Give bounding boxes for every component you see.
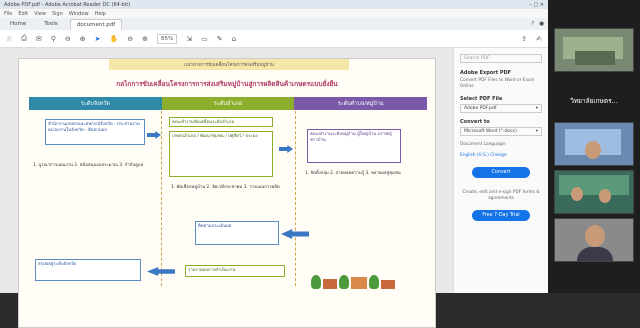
format-select[interactable]: Microsoft Word (*.docx) ▾ — [460, 126, 542, 136]
district-title-box: คณะทำงานขับเคลื่อนระดับอำเภอ — [169, 117, 273, 127]
menu-view[interactable]: View — [34, 11, 46, 17]
report-box: รายงานผลการดำเนินงาน — [185, 265, 285, 277]
arrow-right-icon — [279, 145, 293, 153]
right-tools-pane: Search PDF Adobe Export PDF Convert PDF … — [453, 48, 548, 293]
column-headers: ระดับจังหวัด ระดับอำเภอ ระดับตำบล/หมู่บ้… — [29, 97, 428, 110]
help-icon[interactable]: ? — [531, 21, 534, 27]
comment-icon[interactable]: ▭ — [201, 35, 208, 43]
menu-help[interactable]: Help — [95, 11, 106, 17]
village-illustration — [311, 259, 401, 289]
participant-tile[interactable] — [554, 122, 634, 166]
doc-headline: กลไกการขับเคลื่อนโครงการการส่งเสริมหมู่บ… — [116, 80, 338, 88]
chevron-down-icon: ▾ — [535, 128, 538, 134]
main-toolbar: ☆ ⎙ ✉ ⚲ ⊖ ⊕ ➤ ✋ ⊖ ⊕ 85% ⇲ ▭ ✎ ⌂ ⇪ ✍ — [0, 30, 548, 48]
video-participants-panel: วิทยาลัยเกษตร... — [548, 0, 640, 293]
page-up-icon[interactable]: ⊖ — [65, 35, 71, 43]
tab-document[interactable]: document.pdf — [69, 18, 123, 30]
column-district: ระดับอำเภอ — [161, 97, 295, 110]
language-label: Document Language: — [460, 141, 507, 147]
province-box: สำนักงานเกษตรและสหกรณ์จังหวัด - ประสานงา… — [45, 119, 145, 145]
district-box: เกษตรอำเภอ / พัฒนาชุมชน / ปศุสัตว์ / ประ… — [169, 131, 273, 177]
monitoring-box: ติดตามประเมินผล — [195, 221, 279, 245]
doc-banner: แนวทางการขับเคลื่อนโครงการส่งเสริมหมู่บ้… — [109, 59, 349, 70]
print-icon[interactable]: ⎙ — [21, 34, 27, 43]
promo-text: Create, edit and e-sign PDF forms & agre… — [462, 190, 540, 201]
bookmark-icon[interactable]: ☆ — [6, 35, 12, 43]
arrow-right-icon — [147, 131, 161, 139]
village-box: คณะทำงานระดับหมู่บ้าน ผู้ใหญ่บ้าน ปราชญ์… — [307, 129, 401, 163]
tab-home[interactable]: Home — [4, 19, 32, 29]
district-list: 1. คัดเลือกหมู่บ้าน 2. จัดเวทีประชาคม 3.… — [171, 185, 280, 190]
file-select[interactable]: Adobe PDF.pdf ▾ — [460, 103, 542, 113]
maximize-icon[interactable]: □ — [533, 2, 538, 8]
close-icon[interactable]: ✕ — [540, 2, 544, 8]
title-bar: Adobe PDF.pdf - Adobe Acrobat Reader DC … — [0, 0, 548, 9]
fit-icon[interactable]: ⇲ — [186, 35, 192, 43]
menu-sign[interactable]: Sign — [52, 11, 63, 17]
export-title: Adobe Export PDF — [460, 70, 512, 76]
highlight-icon[interactable]: ✎ — [217, 35, 223, 43]
menu-edit[interactable]: Edit — [18, 11, 28, 17]
participant-tile[interactable] — [554, 218, 634, 262]
language-value[interactable]: English (U.S.) Change — [460, 153, 542, 159]
participant-tile[interactable] — [554, 28, 634, 72]
divider-line — [295, 111, 296, 286]
zoom-out-icon[interactable]: ⊖ — [127, 35, 133, 43]
village-list: 1. จัดตั้งกลุ่ม 2. ถ่ายทอดความรู้ 3. ขยา… — [305, 171, 401, 176]
zoom-level[interactable]: 85% — [157, 33, 178, 44]
document-viewer[interactable]: แนวทางการขับเคลื่อนโครงการส่งเสริมหมู่บ้… — [0, 48, 453, 328]
select-tool-icon[interactable]: ➤ — [95, 35, 101, 43]
account-icon[interactable]: ● — [539, 21, 544, 27]
file-select-value: Adobe PDF.pdf — [464, 105, 497, 111]
format-select-value: Microsoft Word (*.docx) — [464, 128, 517, 134]
select-file-label: Select PDF File — [460, 95, 503, 102]
hand-tool-icon[interactable]: ✋ — [110, 35, 119, 43]
share-icon[interactable]: ⇪ — [521, 35, 527, 43]
menu-bar: File Edit View Sign Window Help — [0, 9, 548, 18]
divider-line — [161, 111, 162, 286]
export-text: Convert PDF Files to Word or Excel Onlin… — [460, 78, 535, 89]
page-down-icon[interactable]: ⊕ — [80, 35, 86, 43]
menu-window[interactable]: Window — [69, 11, 89, 17]
chevron-down-icon: ▾ — [535, 105, 538, 111]
minimize-icon[interactable]: – — [529, 2, 532, 8]
sign-icon[interactable]: ✍ — [536, 35, 542, 43]
window-title: Adobe PDF.pdf - Adobe Acrobat Reader DC … — [4, 1, 131, 8]
search-icon[interactable]: ⚲ — [51, 35, 56, 43]
participant-name: วิทยาลัยเกษตร... — [570, 97, 618, 105]
province-list: 1. บูรณาการแผนงาน 2. สนับสนุนงบประมาณ 3.… — [33, 163, 144, 168]
mail-icon[interactable]: ✉ — [36, 35, 42, 43]
column-village: ระดับตำบล/หมู่บ้าน — [294, 97, 428, 110]
participant-tile[interactable] — [554, 170, 634, 214]
free-trial-button[interactable]: Free 7-Day Trial — [472, 209, 530, 221]
convert-to-label: Convert to — [460, 118, 490, 125]
tab-tools[interactable]: Tools — [38, 19, 64, 29]
menu-file[interactable]: File — [4, 11, 12, 17]
zoom-in-icon[interactable]: ⊕ — [142, 35, 148, 43]
summary-box: สรุปผลสู่ระดับจังหวัด — [35, 259, 141, 281]
convert-button[interactable]: Convert — [472, 167, 530, 179]
pdf-page: แนวทางการขับเคลื่อนโครงการส่งเสริมหมู่บ้… — [18, 58, 436, 328]
column-province: ระดับจังหวัด — [29, 97, 162, 110]
stamp-icon[interactable]: ⌂ — [232, 35, 236, 43]
tab-bar: Home Tools document.pdf ? ● — [0, 18, 548, 30]
search-pdf-input[interactable]: Search PDF — [460, 54, 542, 63]
